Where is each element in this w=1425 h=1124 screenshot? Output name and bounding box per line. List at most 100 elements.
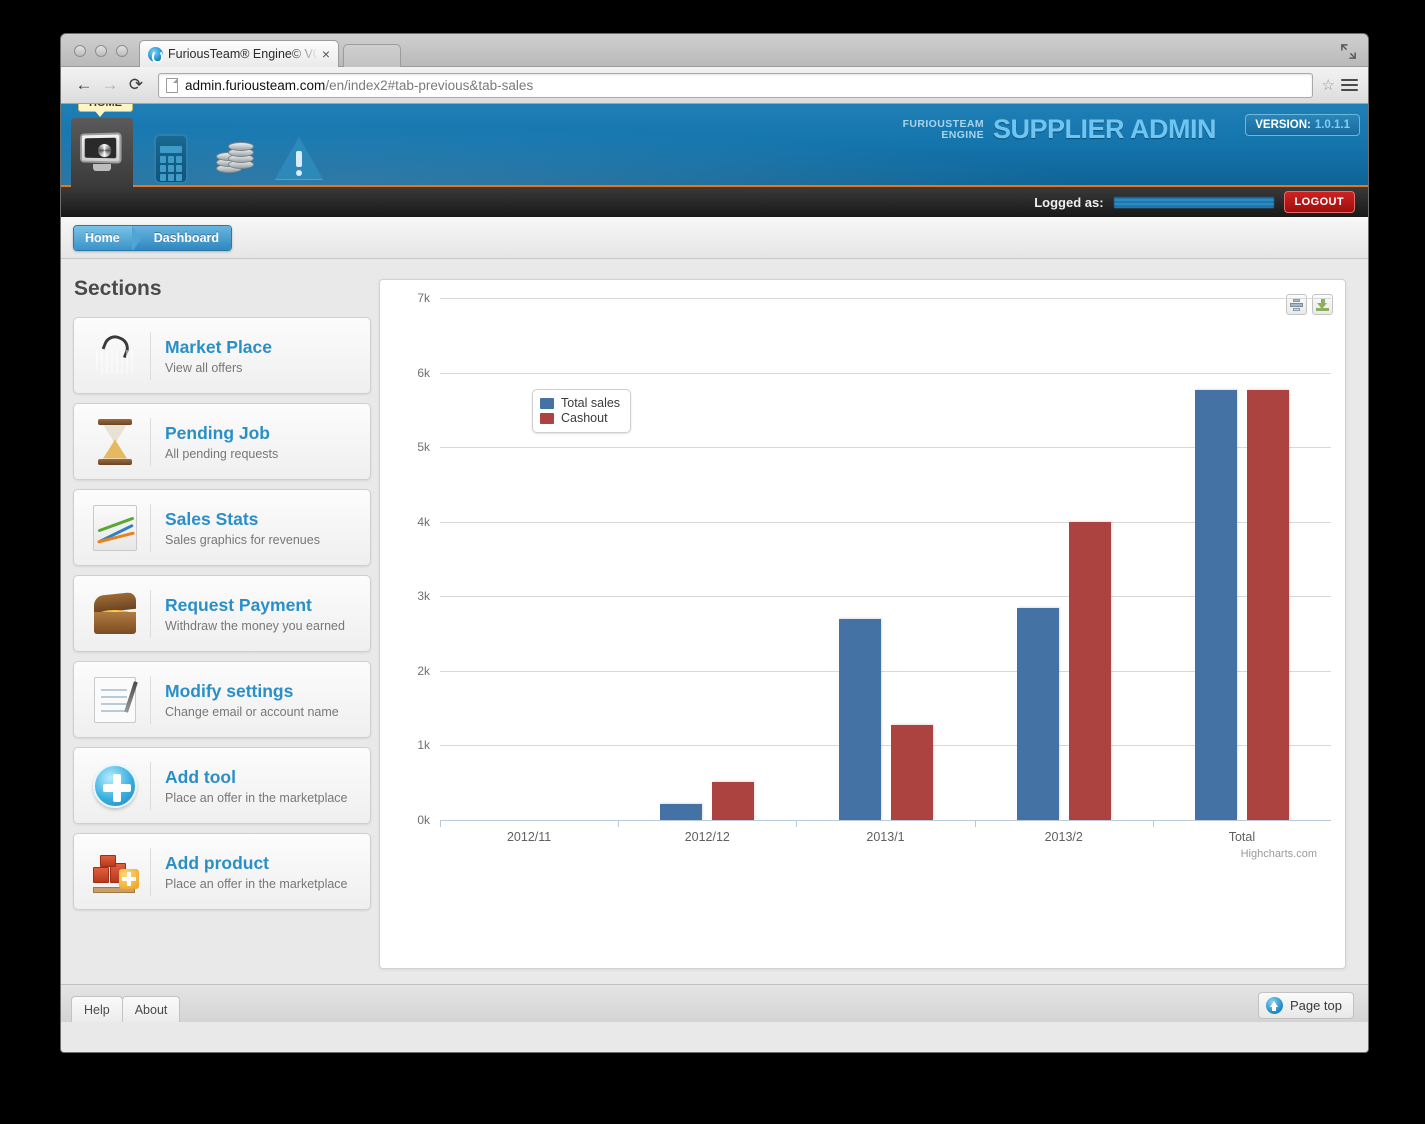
x-axis-tick-label: 2013/2 bbox=[1044, 830, 1083, 844]
zoom-window-button[interactable] bbox=[116, 45, 128, 57]
tab-close-icon[interactable]: × bbox=[322, 46, 330, 62]
chart-category-group: 2013/1 bbox=[796, 298, 974, 844]
chart-bar[interactable] bbox=[1246, 390, 1289, 820]
page-top-label: Page top bbox=[1289, 998, 1342, 1013]
sidebar-item-subtitle: All pending requests bbox=[165, 447, 279, 461]
sidebar-item-title: Request Payment bbox=[165, 595, 312, 615]
x-axis-tick bbox=[974, 820, 976, 827]
chart-legend[interactable]: Total sales Cashout bbox=[532, 388, 632, 433]
footer-tab-about[interactable]: About bbox=[121, 996, 181, 1022]
card-divider bbox=[150, 589, 151, 638]
nav-icon-calculator[interactable] bbox=[145, 133, 197, 185]
bookmark-star-icon[interactable]: ☆ bbox=[1322, 76, 1335, 94]
footer-tab-help[interactable]: Help bbox=[71, 996, 123, 1022]
logout-button[interactable]: LOGOUT bbox=[1283, 191, 1355, 213]
sidebar-item-add-tool[interactable]: Add tool Place an offer in the marketpla… bbox=[73, 747, 371, 824]
chart-bar[interactable] bbox=[660, 804, 703, 820]
new-tab-button[interactable] bbox=[343, 44, 401, 67]
page-info-icon bbox=[166, 77, 178, 93]
boxes-plus-icon bbox=[84, 843, 146, 901]
hourglass-icon bbox=[84, 413, 146, 471]
up-arrow-icon bbox=[1265, 997, 1283, 1014]
sidebar-item-title: Add tool bbox=[165, 767, 236, 787]
url-host: admin.furiousteam.com bbox=[185, 77, 326, 93]
treasure-icon bbox=[84, 585, 146, 643]
card-divider bbox=[150, 675, 151, 724]
warning-icon bbox=[275, 137, 323, 181]
y-axis-tick-label: 0k bbox=[417, 813, 430, 827]
tab-favicon bbox=[148, 46, 163, 63]
sidebar: Sections Market Place View all offers Pe… bbox=[61, 259, 371, 984]
version-badge: VERSION: 1.0.1.1 bbox=[1245, 114, 1360, 136]
sidebar-item-add-product[interactable]: Add product Place an offer in the market… bbox=[73, 833, 371, 910]
breadcrumb-item-dashboard[interactable]: Dashboard bbox=[131, 225, 232, 250]
calculator-icon bbox=[154, 134, 188, 184]
sidebar-item-title: Sales Stats bbox=[165, 509, 259, 529]
sidebar-item-subtitle: Change email or account name bbox=[165, 705, 339, 719]
page-top-button[interactable]: Page top bbox=[1257, 992, 1354, 1019]
reload-button[interactable]: ⟳ bbox=[123, 72, 149, 98]
chart-plot: 0k 1k 2k 3k 4k 5k 6k 7k 2012/11 2012/12 2013/1 201… bbox=[380, 280, 1345, 968]
app-icon-toolbar: HOME bbox=[71, 104, 325, 187]
brand-block: FURIOUSTEAM ENGINE SUPPLIER ADMIN bbox=[903, 114, 1217, 145]
browser-window: FuriousTeam® Engine© V0.0 × ← → ⟳ admin.… bbox=[60, 33, 1369, 1053]
x-axis-tick-label: 2012/11 bbox=[506, 830, 552, 844]
legend-swatch bbox=[540, 412, 554, 424]
sidebar-item-title: Pending Job bbox=[165, 423, 270, 443]
card-divider bbox=[150, 503, 151, 552]
back-button[interactable]: ← bbox=[71, 72, 97, 98]
chart-credit[interactable]: Highcharts.com bbox=[1241, 848, 1317, 860]
chart-bar[interactable] bbox=[712, 781, 755, 820]
chart-bar[interactable] bbox=[838, 618, 881, 820]
y-axis-tick-label: 1k bbox=[417, 738, 430, 753]
logged-as-label: Logged as: bbox=[1034, 194, 1104, 210]
y-axis-tick-label: 5k bbox=[417, 440, 430, 455]
breadcrumb-item-home[interactable]: Home bbox=[74, 225, 141, 250]
legend-swatch bbox=[540, 397, 554, 409]
address-bar[interactable]: admin.furiousteam.com/en/index2#tab-prev… bbox=[158, 72, 1313, 98]
sidebar-item-title: Modify settings bbox=[165, 681, 294, 701]
sidebar-item-title: Add product bbox=[165, 853, 270, 873]
window-traffic-lights[interactable] bbox=[74, 45, 128, 57]
x-axis-tick bbox=[618, 820, 620, 827]
x-axis-tick bbox=[796, 820, 798, 827]
breadcrumb: Home Dashboard bbox=[73, 224, 233, 251]
sidebar-item-market-place[interactable]: Market Place View all offers bbox=[73, 317, 371, 394]
browser-menu-icon[interactable] bbox=[1341, 79, 1358, 91]
brand-title: SUPPLIER ADMIN bbox=[992, 114, 1217, 144]
chart-bar[interactable] bbox=[1194, 390, 1237, 820]
y-axis-tick-label: 7k bbox=[417, 291, 430, 305]
nav-icon-alerts[interactable] bbox=[273, 133, 325, 185]
main-area: Sections Market Place View all offers Pe… bbox=[61, 259, 1368, 984]
sidebar-item-pending-job[interactable]: Pending Job All pending requests bbox=[73, 403, 371, 480]
basket-icon bbox=[84, 327, 146, 385]
home-monitor-icon bbox=[79, 131, 125, 173]
x-axis-tick-label: 2012/12 bbox=[684, 830, 730, 844]
nav-icon-home[interactable]: HOME bbox=[71, 104, 133, 187]
plus-circle-icon bbox=[84, 757, 146, 815]
sidebar-item-request-payment[interactable]: Request Payment Withdraw the money you e… bbox=[73, 575, 371, 652]
sidebar-item-subtitle: Place an offer in the marketplace bbox=[165, 791, 348, 805]
chart-bar[interactable] bbox=[1068, 522, 1111, 820]
content-area: 0k 1k 2k 3k 4k 5k 6k 7k 2012/11 2012/12 2013/1 201… bbox=[371, 259, 1368, 984]
sidebar-item-sales-stats[interactable]: Sales Stats Sales graphics for revenues bbox=[73, 489, 371, 566]
legend-item[interactable]: Cashout bbox=[540, 411, 620, 426]
forward-button[interactable]: → bbox=[97, 72, 123, 98]
page-content: HOME bbox=[61, 104, 1368, 1052]
sidebar-item-modify-settings[interactable]: Modify settings Change email or account … bbox=[73, 661, 371, 738]
breadcrumb-bar: Home Dashboard bbox=[61, 217, 1368, 259]
close-window-button[interactable] bbox=[74, 45, 86, 57]
nav-icon-payments[interactable] bbox=[209, 133, 261, 185]
legend-label: Total sales bbox=[561, 395, 621, 410]
x-axis-tick-label: 2013/1 bbox=[866, 830, 905, 844]
chart-bar[interactable] bbox=[890, 724, 933, 820]
minimize-window-button[interactable] bbox=[95, 45, 107, 57]
chart-bars: 2012/11 2012/12 2013/1 2013/2 Total bbox=[440, 298, 1331, 844]
logged-username-redacted bbox=[1113, 196, 1274, 208]
y-axis-tick-label: 4k bbox=[417, 514, 430, 529]
chart-bar[interactable] bbox=[1016, 608, 1059, 820]
legend-item[interactable]: Total sales bbox=[540, 396, 620, 411]
fullscreen-icon[interactable] bbox=[1339, 42, 1358, 61]
y-axis-tick-label: 3k bbox=[417, 589, 430, 604]
browser-tab[interactable]: FuriousTeam® Engine© V0.0 × bbox=[139, 40, 339, 67]
